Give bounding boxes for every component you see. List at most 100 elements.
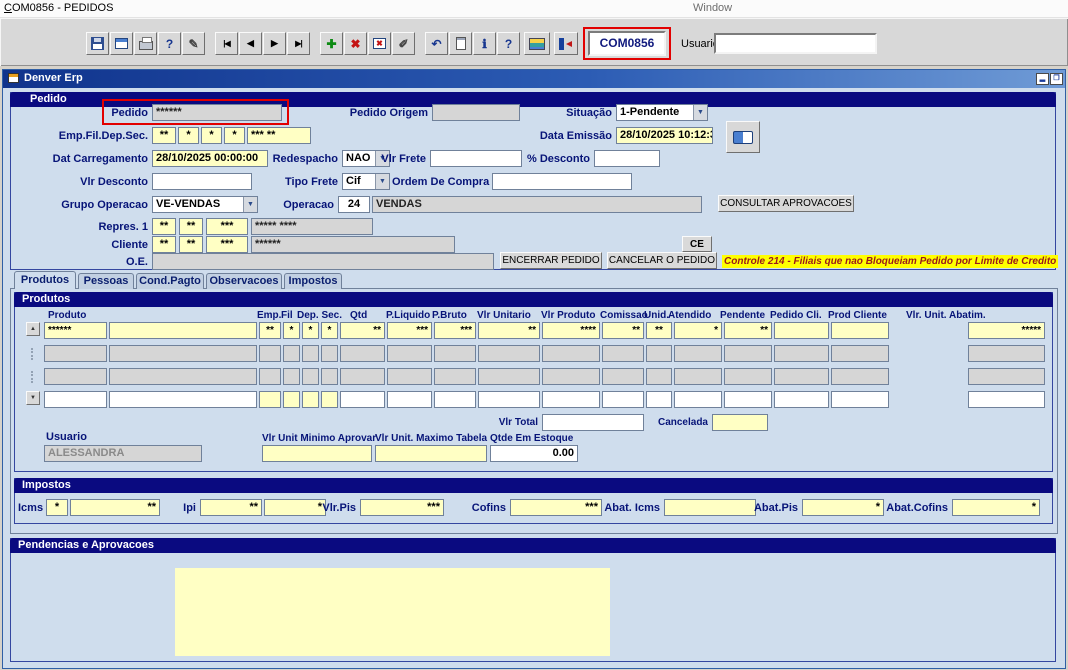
menu-window[interactable]: Window [693, 2, 732, 14]
abat-cofins-field[interactable]: * [952, 499, 1040, 516]
abat-icms-field[interactable] [664, 499, 756, 516]
print-button[interactable] [134, 32, 157, 55]
ipi-aliq-field[interactable]: ** [200, 499, 262, 516]
sec-field[interactable]: * [224, 127, 245, 144]
cancelar-pedido-button[interactable]: CANCELAR O PEDIDO [607, 252, 717, 269]
encerrar-pedido-button[interactable]: ENCERRAR PEDIDO [500, 252, 602, 269]
last-record-button[interactable]: ▶| [287, 32, 310, 55]
usuario-input[interactable] [714, 33, 877, 54]
operacao-field[interactable]: 24 [338, 196, 370, 213]
scroll-up-button[interactable]: ▲ [26, 322, 40, 336]
vlr-unit-maximo-field[interactable] [375, 445, 487, 462]
first-record-button[interactable]: |◀ [215, 32, 238, 55]
repres1-cod-field[interactable]: *** [206, 218, 248, 235]
cell-dep[interactable]: * [302, 322, 319, 339]
cell-vlr-unitario[interactable]: ** [478, 322, 540, 339]
abat-pis-field[interactable]: * [802, 499, 884, 516]
cell-vlr-unitario[interactable] [478, 391, 540, 408]
consultar-aprovacoes-button[interactable]: CONSULTAR APROVACOES [718, 195, 854, 212]
spreadsheet-button[interactable] [524, 32, 550, 55]
cofins-field[interactable]: *** [510, 499, 602, 516]
vlr-pis-field[interactable]: *** [360, 499, 444, 516]
window-maximize-button[interactable]: ❐ [1050, 73, 1063, 85]
emp-desc-field[interactable]: *** ** [247, 127, 311, 144]
cliente-cod-field[interactable]: *** [206, 236, 248, 253]
dep-field[interactable]: * [201, 127, 222, 144]
cell-p-bruto[interactable]: *** [434, 322, 476, 339]
fil-field[interactable]: * [178, 127, 199, 144]
cell-emp[interactable]: ** [259, 322, 281, 339]
windows-button[interactable] [110, 32, 133, 55]
cell-p-bruto[interactable] [434, 391, 476, 408]
cell-descricao[interactable] [109, 322, 257, 339]
cell-prod-cliente[interactable] [831, 391, 889, 408]
notes-button[interactable]: ✎ [182, 32, 205, 55]
save-button[interactable] [86, 32, 109, 55]
cell-vlr-produto[interactable] [542, 391, 600, 408]
repres1-fil-field[interactable]: ** [179, 218, 203, 235]
cell-pendente[interactable] [724, 391, 772, 408]
tab-observacoes[interactable]: Observacoes [206, 273, 282, 289]
exit-button[interactable] [554, 32, 578, 55]
cell-atendido[interactable] [674, 391, 722, 408]
cell-dep[interactable] [302, 391, 319, 408]
cell-comissao[interactable] [602, 391, 644, 408]
cell-sec[interactable] [321, 391, 338, 408]
cell-prod-cliente[interactable] [831, 322, 889, 339]
tipo-frete-select[interactable]: Cif ▼ [342, 173, 390, 190]
data-emissao-field[interactable]: 28/10/2025 10:12:37 [616, 127, 713, 144]
ce-button[interactable]: CE [682, 236, 712, 252]
cliente-fil-field[interactable]: ** [179, 236, 203, 253]
cell-pedido-cli[interactable] [774, 322, 829, 339]
cell-fil[interactable] [283, 391, 300, 408]
emp-field[interactable]: ** [152, 127, 176, 144]
cell-atendido[interactable]: * [674, 322, 722, 339]
cancelada-field[interactable] [712, 414, 768, 431]
edit-record-button[interactable]: ✐ [392, 32, 415, 55]
cell-unid[interactable] [646, 391, 672, 408]
cell-vlr-unit-abatim[interactable] [968, 391, 1045, 408]
icms-aliq-field[interactable]: * [46, 499, 68, 516]
undo-button[interactable]: ↶ [425, 32, 448, 55]
clear-record-button[interactable]: ✖ [368, 32, 391, 55]
cell-sec[interactable]: * [321, 322, 338, 339]
ordem-de-compra-field[interactable] [492, 173, 632, 190]
cliente-emp-field[interactable]: ** [152, 236, 176, 253]
cell-emp[interactable] [259, 391, 281, 408]
vlr-frete-field[interactable] [430, 150, 522, 167]
tab-impostos[interactable]: Impostos [284, 273, 342, 289]
cell-qtd[interactable] [340, 391, 385, 408]
cell-codigo[interactable] [44, 391, 107, 408]
cell-fil[interactable]: * [283, 322, 300, 339]
vlr-desconto-field[interactable] [152, 173, 252, 190]
cell-descricao[interactable] [109, 391, 257, 408]
cell-p-liquido[interactable]: *** [387, 322, 432, 339]
whats-this-button[interactable]: ? [158, 32, 181, 55]
situacao-select[interactable]: 1-Pendente ▼ [616, 104, 708, 121]
insert-record-button[interactable]: ✚ [320, 32, 343, 55]
cell-unid[interactable]: ** [646, 322, 672, 339]
cell-vlr-unit-abatim[interactable]: ***** [968, 322, 1045, 339]
grupo-operacao-select[interactable]: VE-VENDAS ▼ [152, 196, 258, 213]
repres1-emp-field[interactable]: ** [152, 218, 176, 235]
browse-orders-button[interactable] [726, 121, 760, 153]
tab-produtos[interactable]: Produtos [14, 271, 76, 289]
tab-pessoas[interactable]: Pessoas [78, 273, 134, 289]
cell-pendente[interactable]: ** [724, 322, 772, 339]
window-titlebar[interactable] [3, 70, 1065, 88]
program-code-field[interactable]: COM0856 [588, 31, 666, 56]
scroll-down-button[interactable]: ▼ [26, 391, 40, 405]
cell-p-liquido[interactable] [387, 391, 432, 408]
cell-comissao[interactable]: ** [602, 322, 644, 339]
previous-record-button[interactable]: ◀ [239, 32, 262, 55]
delete-record-button[interactable]: ✖ [344, 32, 367, 55]
cell-pedido-cli[interactable] [774, 391, 829, 408]
window-minimize-button[interactable]: ▂ [1036, 73, 1049, 85]
cell-qtd[interactable]: ** [340, 322, 385, 339]
paste-button[interactable] [449, 32, 472, 55]
next-record-button[interactable]: ▶ [263, 32, 286, 55]
icms-field[interactable]: ** [70, 499, 160, 516]
tab-cond-pagto[interactable]: Cond.Pagto [136, 273, 204, 289]
pct-desconto-field[interactable] [594, 150, 660, 167]
cell-codigo[interactable]: ****** [44, 322, 107, 339]
